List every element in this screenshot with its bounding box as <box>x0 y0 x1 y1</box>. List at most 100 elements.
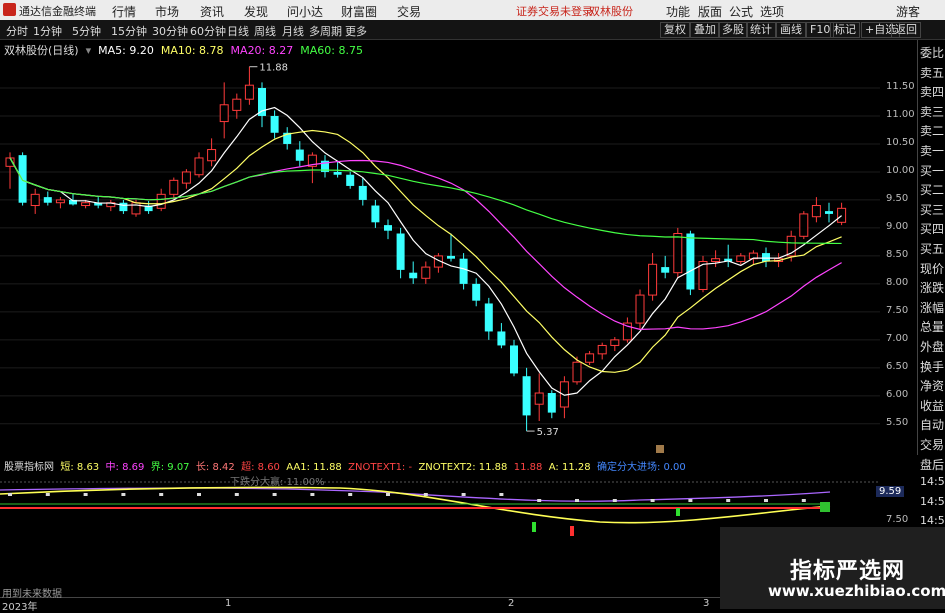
candle-body <box>635 294 645 324</box>
period-tab-30min[interactable]: 30分钟 <box>152 23 188 39</box>
buy-signal-bar <box>532 522 536 532</box>
period-tab-intraday[interactable]: 分时 <box>6 23 28 39</box>
candle-body <box>472 283 481 301</box>
quote-panel-item[interactable]: 买二 <box>920 181 944 198</box>
menu-item-wealth[interactable]: 财富圈 <box>341 3 377 20</box>
quote-panel-item[interactable]: 外盘 <box>920 338 944 355</box>
quote-panel-item[interactable]: 卖五 <box>920 64 944 81</box>
adjust-button[interactable]: 复权 <box>660 22 690 38</box>
quote-panel-item[interactable]: 委比 <box>920 44 944 61</box>
candle-body <box>18 155 27 203</box>
price-axis-label: 11.50 <box>886 80 915 92</box>
indicator-dot <box>650 499 655 502</box>
mark-button[interactable]: 标记 <box>830 22 860 38</box>
menu-item-options[interactable]: 选项 <box>760 3 784 20</box>
menu-item-quotes[interactable]: 行情 <box>112 3 136 20</box>
watermark-url: www.xuezhibiao.com <box>768 582 945 600</box>
quote-panel-item[interactable]: 净资 <box>920 377 944 394</box>
quote-panel-item[interactable]: 自动 <box>920 416 944 433</box>
period-tab-more[interactable]: 更多 <box>345 23 367 39</box>
menu-item-functions[interactable]: 功能 <box>666 3 690 20</box>
candle-body <box>585 353 595 363</box>
price-axis-label: 8.50 <box>886 248 909 260</box>
quote-panel-item[interactable]: 涨跌 <box>920 279 944 296</box>
quote-panel-item[interactable]: 买四 <box>920 220 944 237</box>
period-tab-daily[interactable]: 日线 <box>227 23 249 39</box>
candle-body <box>661 267 670 273</box>
quote-panel-item[interactable]: 交易 <box>920 436 944 453</box>
login-status-link[interactable]: 证券交易未登录 <box>516 3 593 19</box>
candle-body <box>270 115 279 133</box>
menu-item-discover[interactable]: 发现 <box>244 3 268 20</box>
indicator-dot <box>461 493 466 496</box>
quote-panel-item[interactable]: 买三 <box>920 201 944 218</box>
statistics-button[interactable]: 统计 <box>746 22 776 38</box>
indicator-dot <box>386 493 390 496</box>
price-axis-label: 6.00 <box>886 388 909 400</box>
period-tab-weekly[interactable]: 周线 <box>254 23 276 39</box>
indicator-dot <box>272 493 277 496</box>
high-price-label: 11.88 <box>259 63 288 74</box>
candle-body <box>258 87 266 116</box>
indicator-dot <box>801 499 806 502</box>
quote-panel-item[interactable]: 卖一 <box>920 142 944 159</box>
period-tab-monthly[interactable]: 月线 <box>282 23 304 39</box>
period-tab-multi[interactable]: 多周期 <box>309 23 342 39</box>
candle-body <box>81 202 91 207</box>
period-tab-15min[interactable]: 15分钟 <box>111 23 147 39</box>
menu-item-ask[interactable]: 问小达 <box>287 3 323 20</box>
menu-item-trade[interactable]: 交易 <box>397 3 421 20</box>
indicator-dot <box>575 499 579 502</box>
candle-body <box>219 104 229 123</box>
indicator-dot <box>310 493 315 496</box>
quote-panel-item[interactable]: 买五 <box>920 240 944 257</box>
candle-body <box>762 253 770 262</box>
indicator-dot <box>499 493 504 496</box>
quote-panel-item[interactable]: 换手 <box>920 358 944 375</box>
menu-item-formula[interactable]: 公式 <box>729 3 753 20</box>
quote-panel-item[interactable]: 买一 <box>920 162 944 179</box>
overlay-button[interactable]: 叠加 <box>690 22 720 38</box>
period-tab-5min[interactable]: 5分钟 <box>72 23 101 39</box>
event-marker-icon[interactable] <box>656 445 664 453</box>
menu-item-layout[interactable]: 版面 <box>698 3 722 20</box>
indicator-value-box: 9.59 <box>876 486 905 497</box>
quote-panel-item[interactable]: 14:5 <box>920 475 945 488</box>
candle-body <box>295 149 304 161</box>
quote-panel-item[interactable]: 14:5 <box>920 514 945 527</box>
price-axis-label: 6.50 <box>886 360 909 372</box>
multi-stock-button[interactable]: 多股 <box>718 22 748 38</box>
menu-item-market[interactable]: 市场 <box>155 3 179 20</box>
price-axis-label: 11.00 <box>886 108 915 120</box>
buy-signal-bar <box>676 508 680 516</box>
price-axis-label: 9.00 <box>886 220 909 232</box>
end-label-box <box>820 502 830 512</box>
stock-name-link[interactable]: 双林股份 <box>589 3 633 19</box>
back-button[interactable]: 返回 <box>891 22 921 38</box>
candle-body <box>244 84 254 100</box>
quote-panel-item[interactable]: 14:5 <box>920 495 945 508</box>
time-mark-3: 3 <box>703 598 710 609</box>
quote-panel-item[interactable]: 收益 <box>920 397 944 414</box>
indicator-dot <box>688 499 693 502</box>
quote-panel-item[interactable]: 涨幅 <box>920 299 944 316</box>
quote-panel-item[interactable]: 盘后 <box>920 456 944 473</box>
period-tab-60min[interactable]: 60分钟 <box>190 23 226 39</box>
period-tab-1min[interactable]: 1分钟 <box>33 23 62 39</box>
candle-body <box>396 233 405 270</box>
candlestick-chart[interactable]: 11.88 5.37 <box>0 40 917 455</box>
guest-label[interactable]: 游客 <box>896 3 920 20</box>
menu-item-news[interactable]: 资讯 <box>200 3 224 20</box>
candle-body <box>799 213 809 237</box>
quote-panel-item[interactable]: 卖二 <box>920 122 944 139</box>
quote-panel-item[interactable]: 卖三 <box>920 103 944 120</box>
indicator-dot <box>537 499 542 502</box>
quote-panel-item[interactable]: 卖四 <box>920 83 944 100</box>
price-axis-label: 7.00 <box>886 332 909 344</box>
quote-panel-item[interactable]: 总量 <box>920 318 944 335</box>
draw-line-button[interactable]: 画线 <box>776 22 806 38</box>
price-axis-label: 9.50 <box>886 192 909 204</box>
candle-body <box>497 331 506 346</box>
candle-body <box>55 199 65 204</box>
quote-panel-item[interactable]: 现价 <box>920 260 944 277</box>
